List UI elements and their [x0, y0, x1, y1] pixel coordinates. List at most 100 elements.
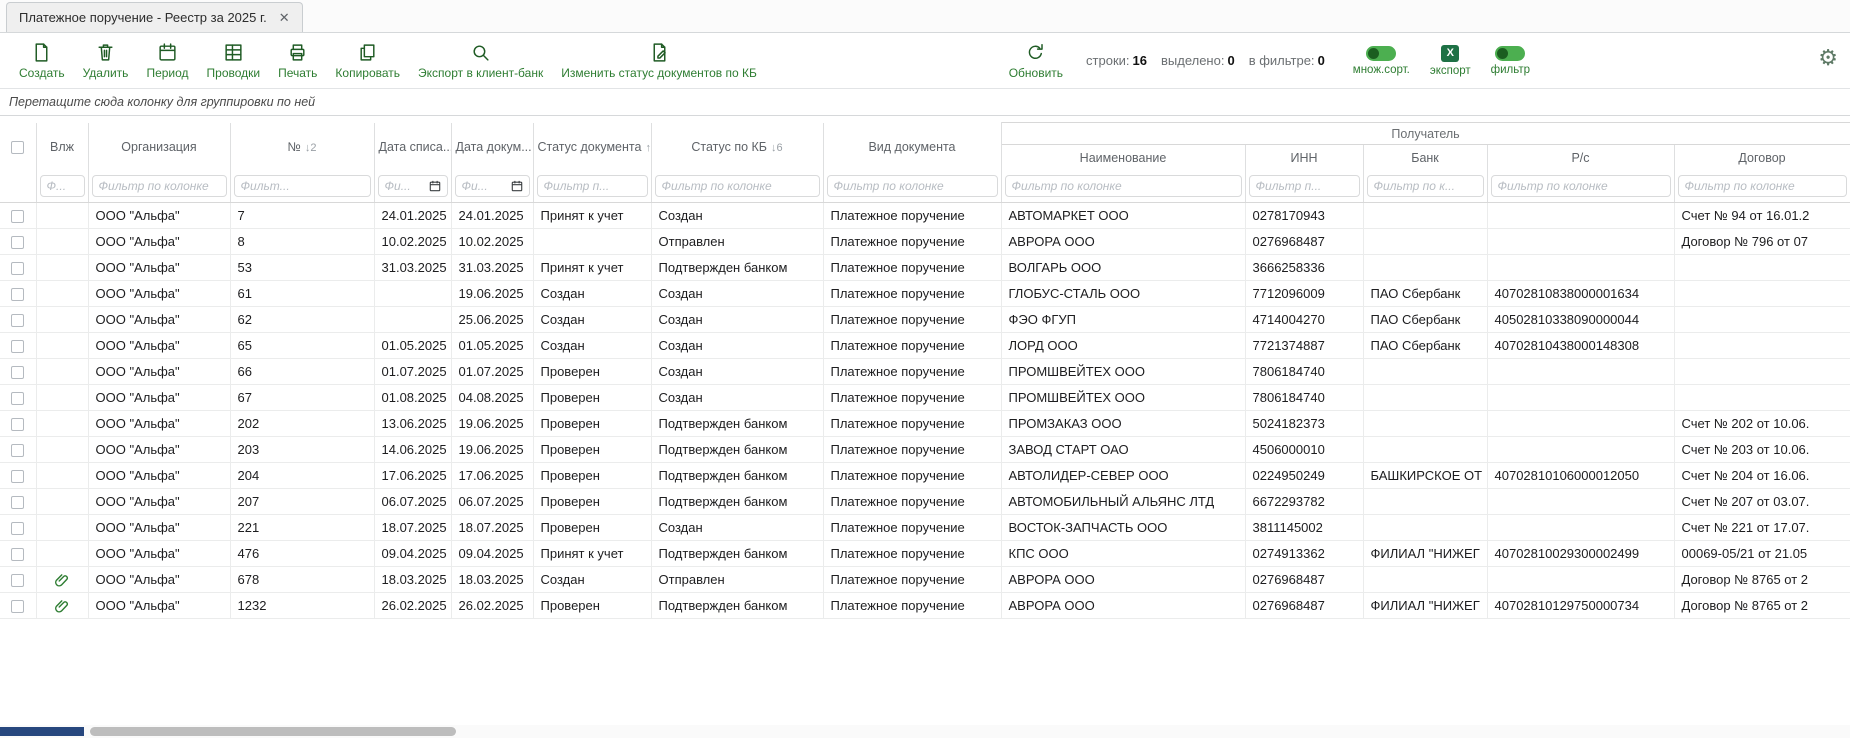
column-header-num[interactable]: №↓2 [230, 123, 374, 171]
filter-input-name[interactable]: Фильтр по колонке [1005, 175, 1242, 197]
multi-sort-toggle[interactable] [1366, 46, 1396, 61]
filter-input-inn[interactable]: Фильтр п... [1249, 175, 1360, 197]
column-header-dogovor[interactable]: Договор [1674, 145, 1850, 171]
column-label: Организация [121, 140, 196, 154]
row-checkbox[interactable] [11, 470, 24, 483]
row-select-cell [0, 203, 36, 229]
filter-input-vlj[interactable]: Ф... [40, 175, 85, 197]
table-row[interactable]: ООО "Альфа"20314.06.202519.06.2025Провер… [0, 437, 1850, 463]
row-checkbox[interactable] [11, 366, 24, 379]
cell-rs [1487, 567, 1674, 593]
cell-num: 221 [230, 515, 374, 541]
table-row[interactable]: ООО "Альфа"20213.06.202519.06.2025Провер… [0, 411, 1850, 437]
cell-date_doc: 01.05.2025 [451, 333, 533, 359]
row-checkbox[interactable] [11, 522, 24, 535]
column-header-status-doc[interactable]: Статус документа↑5 [533, 123, 651, 171]
table-row[interactable]: ООО "Альфа"22118.07.202518.07.2025Провер… [0, 515, 1850, 541]
table-row[interactable]: ООО "Альфа"6119.06.2025СозданСозданПлате… [0, 281, 1850, 307]
row-checkbox[interactable] [11, 600, 24, 613]
row-checkbox[interactable] [11, 496, 24, 509]
column-header-rs[interactable]: Р/с [1487, 145, 1674, 171]
cell-rs [1487, 437, 1674, 463]
postings-button[interactable]: Проводки [198, 38, 270, 84]
row-checkbox[interactable] [11, 236, 24, 249]
row-checkbox[interactable] [11, 314, 24, 327]
cell-inn: 3666258336 [1245, 255, 1363, 281]
change-kb-status-button[interactable]: Изменить статус документов по КБ [552, 38, 766, 84]
row-checkbox[interactable] [11, 210, 24, 223]
row-checkbox[interactable] [11, 392, 24, 405]
column-header-date-off[interactable]: Дата списа...↓3 [374, 123, 451, 171]
table-row[interactable]: ООО "Альфа"6601.07.202501.07.2025Провере… [0, 359, 1850, 385]
row-select-cell [0, 463, 36, 489]
filter-input-date-off[interactable]: Фи... [378, 175, 448, 197]
select-all-checkbox[interactable] [11, 141, 24, 154]
scrollbar-thumb[interactable] [90, 727, 456, 736]
column-header-org[interactable]: Организация [88, 123, 230, 171]
table-row[interactable]: ООО "Альфа"67818.03.202518.03.2025Создан… [0, 567, 1850, 593]
column-header-doc-type[interactable]: Вид документа [823, 123, 1001, 171]
table-row[interactable]: ООО "Альфа"20417.06.202517.06.2025Провер… [0, 463, 1850, 489]
column-label: Банк [1411, 151, 1439, 165]
cell-dogovor: 00069-05/21 от 21.05 [1674, 541, 1850, 567]
column-header-name[interactable]: Наименование [1001, 145, 1245, 171]
filter-input-dogovor[interactable]: Фильтр по колонке [1678, 175, 1847, 197]
create-button[interactable]: Создать [10, 38, 74, 84]
column-header-vlj[interactable]: Влж [36, 123, 88, 171]
print-button[interactable]: Печать [269, 38, 326, 84]
tab-payment-register[interactable]: Платежное поручение - Реестр за 2025 г. … [6, 2, 303, 32]
table-row[interactable]: ООО "Альфа"5331.03.202531.03.2025Принят … [0, 255, 1850, 281]
table-row[interactable]: ООО "Альфа"47609.04.202509.04.2025Принят… [0, 541, 1850, 567]
delete-button[interactable]: Удалить [74, 38, 138, 84]
cell-date_off: 09.04.2025 [374, 541, 451, 567]
filter-input-num[interactable]: Фильт... [234, 175, 371, 197]
table-row[interactable]: ООО "Альфа"810.02.202510.02.2025Отправле… [0, 229, 1850, 255]
row-checkbox[interactable] [11, 418, 24, 431]
cell-rs [1487, 255, 1674, 281]
calendar-icon[interactable] [511, 180, 523, 192]
horizontal-scrollbar[interactable] [0, 725, 1850, 738]
cell-date_doc: 25.06.2025 [451, 307, 533, 333]
cell-name: АВТОЛИДЕР-СЕВЕР ООО [1001, 463, 1245, 489]
column-header-inn[interactable]: ИНН [1245, 145, 1363, 171]
period-button[interactable]: Период [137, 38, 197, 84]
row-checkbox[interactable] [11, 262, 24, 275]
refresh-button[interactable]: Обновить [1000, 38, 1072, 84]
cell-status_doc: Принят к учет [533, 203, 651, 229]
table-row[interactable]: ООО "Альфа"123226.02.202526.02.2025Прове… [0, 593, 1850, 619]
filter-input-doc-type[interactable]: Фильтр по колонке [827, 175, 998, 197]
cell-bank [1363, 437, 1487, 463]
export-client-bank-button[interactable]: Экспорт в клиент-банк [409, 38, 552, 84]
row-checkbox[interactable] [11, 574, 24, 587]
filter-input-org[interactable]: Фильтр по колонке [92, 175, 227, 197]
table-row[interactable]: ООО "Альфа"6225.06.2025СозданСозданПлате… [0, 307, 1850, 333]
filter-input-rs[interactable]: Фильтр по колонке [1491, 175, 1671, 197]
column-header-status-kb[interactable]: Статус по КБ↓6 [651, 123, 823, 171]
filter-input-status-kb[interactable]: Фильтр по колонке [655, 175, 820, 197]
column-header-bank[interactable]: Банк [1363, 145, 1487, 171]
table-row[interactable]: ООО "Альфа"724.01.202524.01.2025Принят к… [0, 203, 1850, 229]
column-header-date-doc[interactable]: Дата докум...↓4 [451, 123, 533, 171]
row-checkbox[interactable] [11, 548, 24, 561]
toolbar: Создать Удалить Период Проводки Печать К… [0, 33, 1850, 89]
excel-export-button[interactable]: X [1441, 45, 1459, 62]
change-kb-status-label: Изменить статус документов по КБ [561, 66, 757, 80]
row-checkbox[interactable] [11, 288, 24, 301]
filter-input-date-doc[interactable]: Фи... [455, 175, 530, 197]
filter-input-bank[interactable]: Фильтр по к... [1367, 175, 1484, 197]
multi-sort-label: множ.сорт. [1353, 64, 1410, 76]
filter-toggle-label: фильтр [1491, 64, 1530, 76]
row-checkbox[interactable] [11, 444, 24, 457]
calendar-icon[interactable] [429, 180, 441, 192]
row-select-cell [0, 541, 36, 567]
table-row[interactable]: ООО "Альфа"6501.05.202501.05.2025СозданС… [0, 333, 1850, 359]
row-checkbox[interactable] [11, 340, 24, 353]
copy-button[interactable]: Копировать [326, 38, 409, 84]
tab-close-icon[interactable]: ✕ [279, 10, 290, 26]
settings-gear-icon[interactable]: ⚙ [1818, 47, 1838, 69]
table-row[interactable]: ООО "Альфа"20706.07.202506.07.2025Провер… [0, 489, 1850, 515]
filter-toggle[interactable] [1495, 46, 1525, 61]
filter-input-status-doc[interactable]: Фильтр п... [537, 175, 648, 197]
cell-inn: 7806184740 [1245, 385, 1363, 411]
table-row[interactable]: ООО "Альфа"6701.08.202504.08.2025Провере… [0, 385, 1850, 411]
